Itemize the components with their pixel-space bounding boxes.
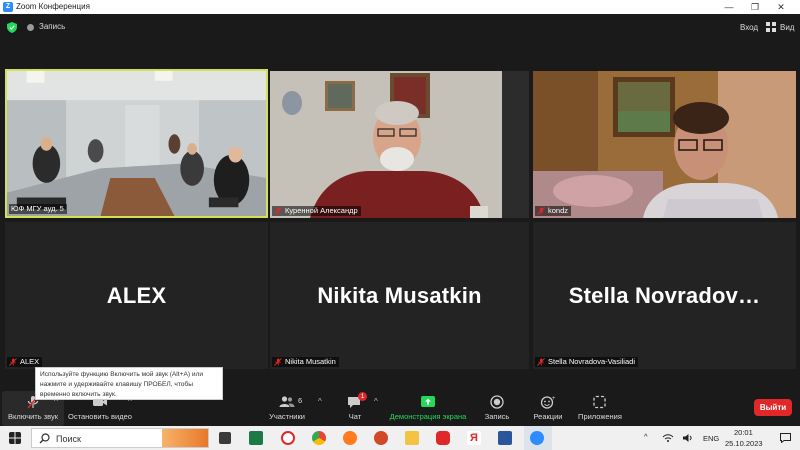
recording-label: Запись [39,22,66,31]
search-highlight-image [162,429,208,447]
participant-name-tag: Куренной Александр [272,206,361,216]
conference-room-video [7,71,266,216]
mic-muted-icon [9,358,17,366]
wifi-icon[interactable] [662,433,674,443]
volume-icon[interactable] [682,433,694,443]
share-screen-button[interactable]: Демонстрация экрана [386,391,470,426]
apps-label: Приложения [578,412,622,421]
mic-muted-icon [537,358,545,366]
reactions-button[interactable]: + Реакции [529,391,567,426]
video-tile-kurennoy[interactable]: Куренной Александр [270,71,529,218]
search-placeholder: Поиск [56,434,81,444]
video-tile-kondz[interactable]: kondz [533,71,796,218]
window-title: Zoom Конференция [16,2,90,11]
firefox-icon[interactable] [343,431,357,445]
apps-icon [593,395,606,409]
avatar-tile-stella[interactable]: Stella Novradov… Stella Novradova-Vasili… [533,222,796,369]
participants-label: Участники [269,412,305,421]
close-button[interactable]: ✕ [770,1,792,13]
participant-display-name: Stella Novradov… [568,282,761,308]
chat-label: Чат [348,412,362,421]
participant-name: ЮФ МГУ ауд. 5 [11,204,64,213]
participants-chevron-icon[interactable]: ^ [318,397,322,406]
zoom-logo-icon: Z [3,2,13,12]
powerpoint-icon[interactable] [374,431,388,445]
chat-unread-badge: 1 [358,392,367,401]
participant-name: kondz [548,206,569,215]
avatar-tile-nikita[interactable]: Nikita Musatkin Nikita Musatkin [270,222,529,369]
participants-icon [279,396,295,407]
participant-name: ALEX [20,357,40,366]
participant-name-tag: ЮФ МГУ ауд. 5 [9,204,67,214]
record-label: Запись [484,412,510,421]
participant-display-name: Nikita Musatkin [317,282,482,308]
exit-button[interactable]: Вход [740,23,758,32]
task-view-icon[interactable] [219,432,231,444]
yandex-browser-icon[interactable] [281,431,295,445]
participant-name-tag: Nikita Musatkin [272,357,339,367]
grid-view-icon[interactable] [766,22,776,32]
unmute-tooltip: Используйте функцию Включить мой звук (A… [35,367,223,400]
mic-muted-icon [537,207,545,215]
participant-name-tag: Stella Novradova-Vasiliadi [535,357,638,367]
yandex-icon[interactable]: Я [467,431,481,445]
taskbar-search-input[interactable]: Поиск [31,428,209,448]
windows-start-icon[interactable] [9,432,21,444]
unmute-label: Включить звук [7,412,59,421]
leave-meeting-button[interactable]: Выйти [754,399,792,416]
share-screen-icon [421,396,435,407]
participants-count: 6 [298,396,303,405]
search-icon [39,433,50,444]
chrome-icon[interactable] [312,431,326,445]
mic-muted-icon [274,358,282,366]
recording-indicator-icon [27,24,34,31]
view-button[interactable]: Вид [780,23,794,32]
participant-name: Куренной Александр [285,206,358,215]
language-indicator[interactable]: ENG [703,434,719,443]
word-icon[interactable] [498,431,512,445]
mic-muted-icon [274,207,282,215]
meeting-info-bar: Запись Вход Вид [0,14,800,40]
shield-icon[interactable] [7,22,17,33]
svg-text:+: + [552,396,556,402]
apps-button[interactable]: Приложения [575,391,625,426]
excel-icon[interactable] [249,431,263,445]
minimize-button[interactable]: — [718,1,740,13]
participant-video [270,71,529,218]
clock-date[interactable]: 25.10.2023 [725,439,763,448]
record-icon [490,395,504,409]
chat-button[interactable]: 1 Чат [335,391,375,426]
video-tile-conference-room[interactable]: ЮФ МГУ ауд. 5 [5,69,268,218]
participant-video [533,71,796,218]
participant-name-tag: ALEX [7,357,43,367]
record-button[interactable]: Запись [479,391,515,426]
zoom-app-icon[interactable] [530,431,544,445]
participant-name: Stella Novradova-Vasiliadi [548,357,635,366]
reactions-smiley-icon: + [540,396,556,409]
participant-display-name: ALEX [106,282,167,308]
participant-name: Nikita Musatkin [285,357,336,366]
clock-time[interactable]: 20:01 [734,428,753,437]
avatar-tile-alex[interactable]: ALEX ALEX [5,222,268,369]
participant-name-tag: kondz [535,206,572,216]
chat-chevron-icon[interactable]: ^ [374,397,378,406]
reactions-label: Реакции [533,412,563,421]
tray-chevron-icon[interactable]: ^ [644,432,648,441]
maximize-button[interactable]: ❐ [744,1,766,13]
share-screen-label: Демонстрация экрана [389,412,467,421]
notifications-icon[interactable] [780,433,791,443]
participants-button[interactable]: 6 Участники [262,391,312,426]
youtube-icon[interactable] [436,431,450,445]
windows-taskbar: Поиск Я ^ ENG 20:01 25.10.2023 [0,426,800,450]
file-explorer-icon[interactable] [405,431,419,445]
title-bar: Z Zoom Конференция — ❐ ✕ [0,0,800,14]
stop-video-label: Остановить видео [68,412,132,421]
